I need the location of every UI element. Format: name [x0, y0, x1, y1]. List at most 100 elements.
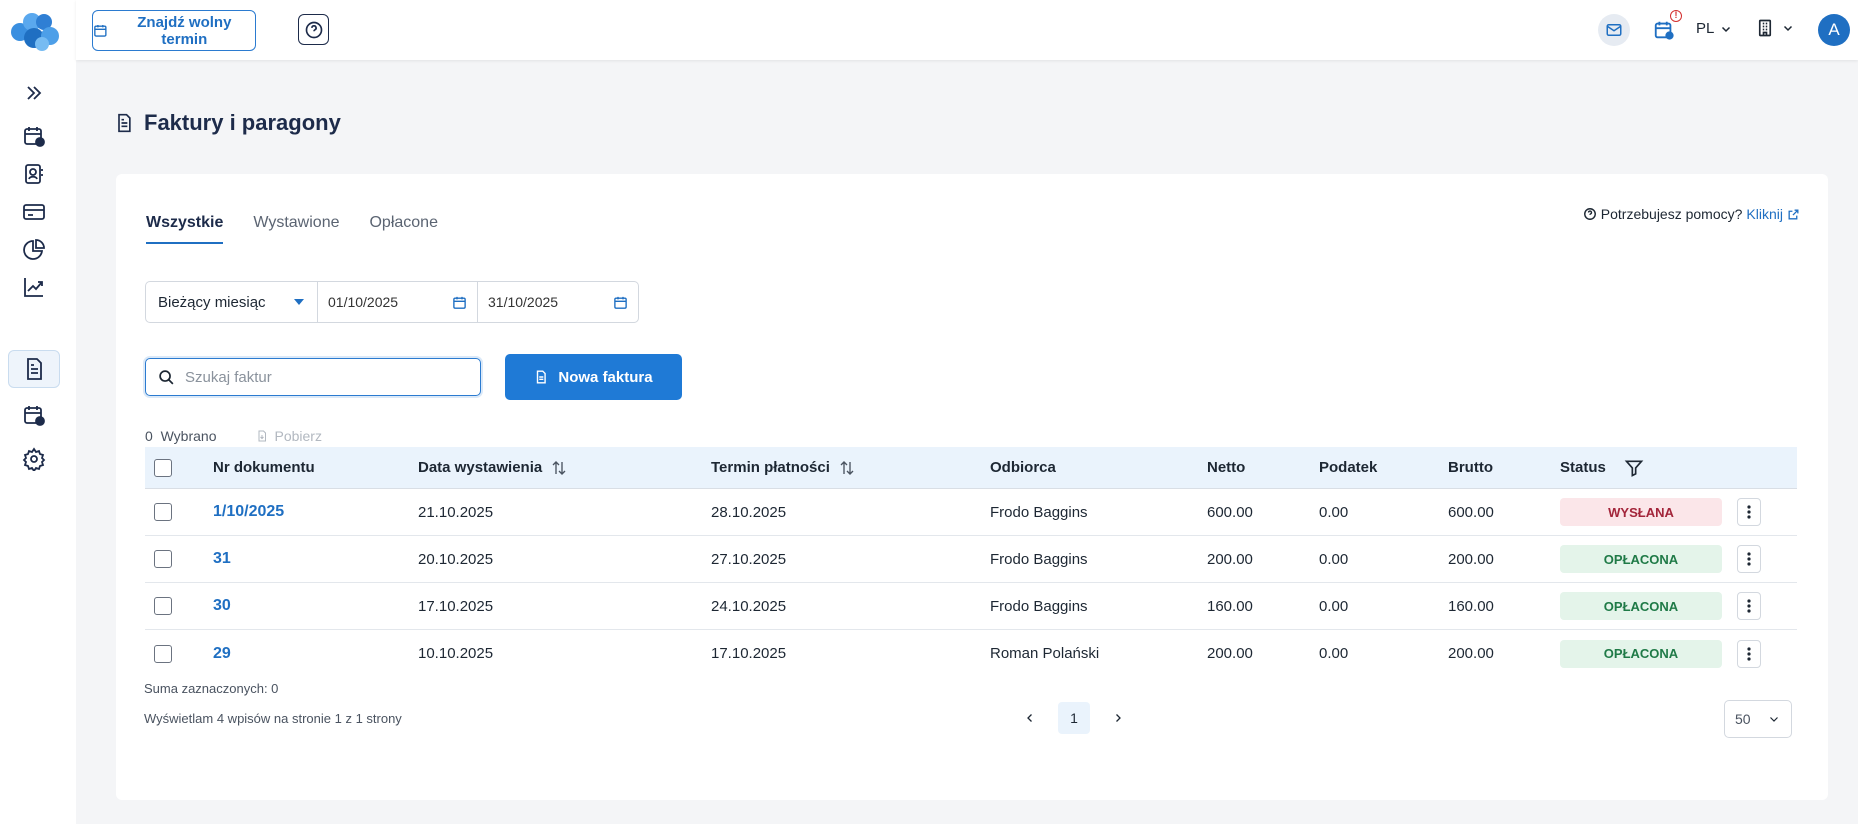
selection-status: 0 Wybrano	[145, 428, 216, 444]
sidebar-item-calendar[interactable]	[8, 117, 60, 155]
table-row[interactable]: 1/10/2025 21.10.2025 28.10.2025 Frodo Ba…	[145, 489, 1797, 536]
download-button[interactable]: Pobierz	[256, 428, 322, 444]
document-number-link[interactable]: 31	[213, 550, 231, 567]
gear-icon	[22, 447, 46, 471]
net-amount: 200.00	[1207, 550, 1253, 568]
calendar-icon[interactable]	[613, 295, 628, 310]
table-row[interactable]: 29 10.10.2025 17.10.2025 Roman Polański …	[145, 630, 1797, 677]
search-box	[145, 358, 481, 396]
avatar[interactable]: A	[1818, 14, 1850, 46]
find-free-slot-label: Znajdź wolny termin	[137, 13, 232, 48]
chevron-left-icon[interactable]	[1024, 711, 1036, 725]
facility-selector[interactable]	[1756, 18, 1794, 38]
chevron-down-icon	[1722, 26, 1731, 32]
header-nr: Nr dokumentu	[213, 459, 315, 476]
mail-icon	[1606, 24, 1622, 36]
status-badge: WYSŁANA	[1560, 498, 1722, 526]
date-to-value: 31/10/2025	[488, 294, 559, 310]
header-term-label: Termin płatności	[711, 459, 830, 476]
page-title-text: Faktury i paragony	[144, 110, 341, 135]
language-selector[interactable]: PL	[1696, 20, 1732, 37]
sidebar-item-reports[interactable]	[8, 231, 60, 269]
sidebar-item-invoices[interactable]	[8, 350, 60, 388]
row-menu-button[interactable]	[1737, 639, 1761, 668]
help-link[interactable]: Kliknij	[1746, 206, 1783, 222]
find-free-slot-button[interactable]: Znajdź wolny termin	[92, 10, 256, 51]
download-file-icon	[258, 430, 267, 442]
help-button[interactable]	[298, 14, 329, 45]
per-page-select[interactable]: 50	[1724, 700, 1792, 738]
header-date[interactable]: Data wystawienia	[418, 459, 711, 477]
row-checkbox[interactable]	[154, 550, 172, 568]
download-label: Pobierz	[274, 428, 322, 444]
sidebar-item-settings[interactable]	[8, 440, 60, 478]
sidebar-item-contacts[interactable]	[8, 155, 60, 193]
sidebar-item-statistics[interactable]	[8, 268, 60, 306]
calendar-icon[interactable]	[452, 295, 467, 310]
per-page-value: 50	[1735, 711, 1751, 727]
payment-term: 27.10.2025	[711, 550, 787, 568]
date-from-value: 01/10/2025	[328, 294, 399, 310]
row-menu-button[interactable]	[1737, 592, 1761, 620]
header-status: Status	[1560, 458, 1737, 478]
date-from-field[interactable]: 01/10/2025	[318, 282, 478, 322]
tax-amount: 0.00	[1319, 645, 1349, 662]
row-menu-button[interactable]	[1737, 545, 1761, 573]
tab-paid[interactable]: Opłacone	[369, 214, 438, 244]
calendar-user-icon	[24, 406, 45, 426]
row-checkbox[interactable]	[154, 597, 172, 615]
credit-card-icon	[23, 204, 45, 220]
tax-amount: 0.00	[1319, 597, 1349, 615]
selection-bar: 0 Wybrano Pobierz	[145, 428, 322, 444]
chevron-down-icon	[1770, 717, 1778, 722]
document-number-link[interactable]: 30	[213, 597, 231, 614]
expand-sidebar-icon	[27, 86, 42, 100]
external-link-icon[interactable]	[1787, 208, 1800, 221]
tab-all[interactable]: Wszystkie	[146, 214, 224, 244]
period-value: Bieżący miesiąc	[158, 293, 266, 311]
pagination-summary: Wyświetlam 4 wpisów na stronie 1 z 1 str…	[144, 711, 402, 726]
recipient: Frodo Baggins	[990, 503, 1088, 521]
document-number-link[interactable]: 29	[213, 645, 231, 662]
row-checkbox[interactable]	[154, 644, 172, 663]
filter-icon[interactable]	[1624, 458, 1644, 478]
question-icon	[305, 21, 322, 38]
trend-chart-icon	[24, 278, 43, 297]
header-recipient: Odbiorca	[990, 459, 1056, 476]
app-logo[interactable]	[10, 10, 62, 52]
date-to-field[interactable]: 31/10/2025	[478, 282, 638, 322]
sidebar-item-payments[interactable]	[8, 193, 60, 231]
issue-date: 21.10.2025	[418, 503, 494, 521]
calendar-icon	[94, 24, 107, 37]
search-input[interactable]	[185, 368, 455, 386]
tabs: Wszystkie Wystawione Opłacone	[146, 214, 438, 244]
search-icon	[159, 369, 174, 384]
table-row[interactable]: 30 17.10.2025 24.10.2025 Frodo Baggins 1…	[145, 583, 1797, 630]
header-status-label: Status	[1560, 459, 1606, 476]
tab-issued[interactable]: Wystawione	[253, 214, 339, 244]
alert-badge: !	[1670, 10, 1682, 22]
sidebar-item-appointments[interactable]	[8, 396, 60, 434]
new-invoice-button[interactable]: Nowa faktura	[505, 354, 682, 400]
header-term[interactable]: Termin płatności	[711, 459, 990, 477]
net-amount: 160.00	[1207, 597, 1253, 615]
row-menu-button[interactable]	[1737, 498, 1761, 526]
document-number-link[interactable]: 1/10/2025	[213, 503, 284, 520]
invoices-card: Wszystkie Wystawione Opłacone Potrzebuje…	[116, 174, 1828, 800]
select-all-checkbox[interactable]	[154, 458, 172, 477]
pie-chart-icon	[23, 239, 45, 260]
building-icon	[1758, 19, 1772, 37]
issue-date: 17.10.2025	[418, 597, 494, 615]
sort-icon[interactable]	[838, 459, 856, 477]
calendar-notifications-button[interactable]: !	[1648, 10, 1682, 46]
period-select[interactable]: Bieżący miesiąc	[146, 282, 318, 322]
table-row[interactable]: 31 20.10.2025 27.10.2025 Frodo Baggins 2…	[145, 536, 1797, 583]
chevron-right-icon[interactable]	[1112, 711, 1124, 725]
page-button[interactable]: 1	[1058, 702, 1090, 734]
pagination: 1	[1024, 702, 1124, 734]
sort-icon[interactable]	[550, 459, 568, 477]
expand-sidebar-button[interactable]	[8, 74, 60, 112]
page-title: Faktury i paragony	[114, 110, 341, 136]
row-checkbox[interactable]	[154, 503, 172, 521]
messages-button[interactable]	[1598, 14, 1630, 46]
